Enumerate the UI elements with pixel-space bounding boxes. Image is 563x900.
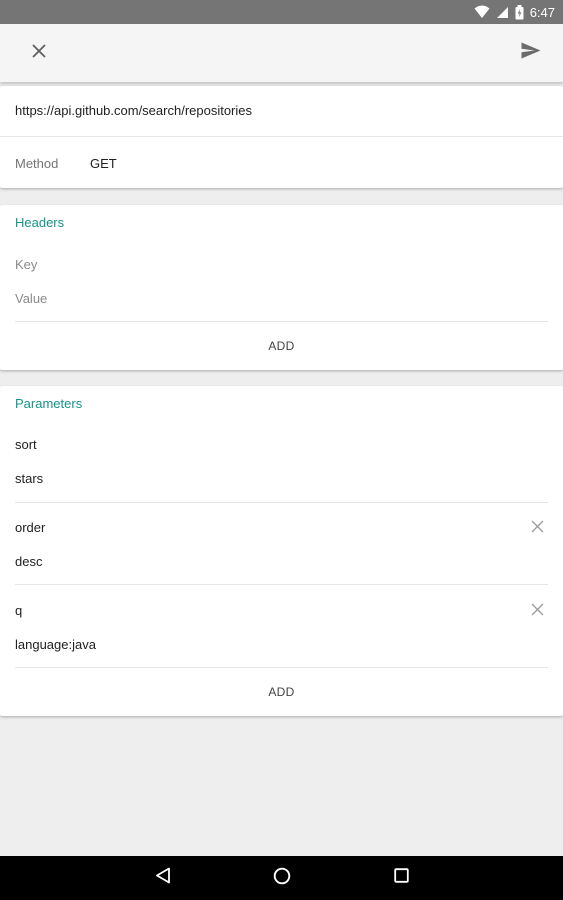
close-icon — [531, 603, 544, 621]
home-button[interactable] — [252, 856, 312, 900]
divider — [15, 584, 548, 585]
remove-param-button[interactable] — [525, 600, 549, 624]
method-label: Method — [15, 156, 59, 171]
headers-card: Headers Key Value ADD — [0, 205, 563, 370]
send-button[interactable] — [503, 24, 559, 82]
wifi-icon — [474, 5, 490, 19]
add-parameter-button[interactable]: ADD — [0, 679, 563, 705]
header-key-input[interactable]: Key — [15, 257, 37, 272]
param-value-input[interactable]: language:java — [15, 637, 96, 652]
request-card: https://api.github.com/search/repositori… — [0, 86, 563, 188]
recents-icon — [393, 868, 409, 888]
back-button[interactable] — [133, 856, 193, 900]
app-bar — [0, 24, 563, 82]
recents-button[interactable] — [371, 856, 431, 900]
parameters-card: Parameters sort stars order desc q langu… — [0, 386, 563, 716]
param-key-input[interactable]: sort — [15, 437, 37, 452]
status-time: 6:47 — [529, 4, 555, 20]
method-selector[interactable]: GET — [90, 156, 117, 171]
back-icon — [155, 867, 171, 889]
signal-icon — [496, 6, 509, 19]
header-value-input[interactable]: Value — [15, 291, 47, 306]
battery-icon — [515, 4, 524, 20]
parameters-title: Parameters — [15, 396, 83, 411]
param-value-input[interactable]: stars — [15, 471, 43, 486]
param-key-input[interactable]: q — [15, 603, 22, 618]
close-icon — [32, 43, 46, 63]
send-icon — [521, 42, 541, 64]
status-bar: 6:47 — [0, 0, 563, 24]
divider — [15, 667, 548, 668]
home-icon — [273, 867, 291, 890]
navigation-bar — [0, 856, 563, 900]
divider — [15, 321, 548, 322]
add-header-button[interactable]: ADD — [0, 333, 563, 359]
url-field[interactable]: https://api.github.com/search/repositori… — [15, 103, 252, 118]
headers-title: Headers — [15, 215, 65, 230]
close-icon — [531, 520, 544, 538]
close-button[interactable] — [11, 24, 67, 82]
param-key-input[interactable]: order — [15, 520, 45, 535]
param-value-input[interactable]: desc — [15, 554, 42, 569]
divider — [15, 502, 548, 503]
divider — [0, 136, 563, 137]
remove-param-button[interactable] — [525, 517, 549, 541]
